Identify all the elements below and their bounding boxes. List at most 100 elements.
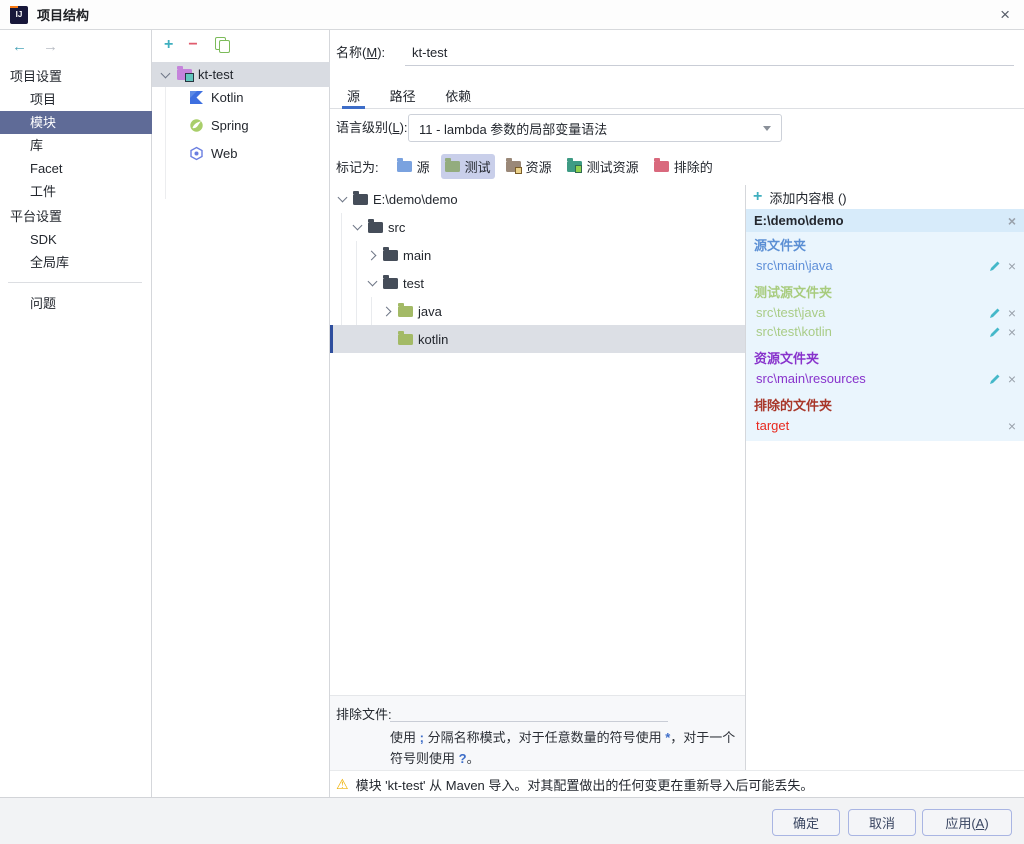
window-title: 项目结构: [37, 8, 90, 23]
tab-paths[interactable]: 路径: [385, 80, 421, 109]
content-root-tree: E:\demo\demo src main test java kotlin: [330, 185, 745, 695]
test-source-folder-icon: [398, 330, 413, 345]
remove-icon[interactable]: ×: [1008, 259, 1016, 273]
copy-icon[interactable]: [214, 36, 230, 53]
modules-toolbar: + −: [164, 35, 230, 55]
warning-text: 模块 'kt-test' 从 Maven 导入。对其配置做出的任何变更在重新导入…: [355, 777, 814, 793]
add-icon[interactable]: +: [164, 37, 173, 53]
chevron-right-icon[interactable]: [366, 249, 378, 261]
mark-as-label: 标记为:: [336, 159, 379, 175]
remove-icon[interactable]: ×: [1008, 372, 1016, 386]
exclude-files-input[interactable]: [390, 700, 668, 722]
add-content-root[interactable]: + 添加内容根 (): [746, 185, 1024, 209]
sidebar-item-libraries[interactable]: 库: [0, 134, 152, 157]
module-facet-web[interactable]: Web: [152, 139, 330, 167]
content-root-header: E:\demo\demo ×: [746, 209, 1024, 232]
folder-path[interactable]: target: [756, 418, 1001, 433]
mark-as-test-resources[interactable]: 测试资源: [563, 154, 643, 179]
content-root-item: src\test\kotlin ×: [746, 322, 1024, 341]
remove-icon[interactable]: ×: [1008, 306, 1016, 320]
sidebar-item-problems[interactable]: 问题: [0, 292, 152, 315]
folder-path[interactable]: src\test\kotlin: [756, 324, 982, 339]
exclude-files-hint: 使用 ; 分隔名称模式，对于任意数量的符号使用 *，对于一个符号则使用 ?。: [390, 730, 736, 766]
sidebar-item-modules[interactable]: 模块: [0, 111, 152, 134]
tree-node-root[interactable]: E:\demo\demo: [330, 185, 745, 213]
module-name: kt-test: [198, 67, 234, 82]
sidebar-item-project[interactable]: 项目: [0, 88, 152, 111]
edit-icon[interactable]: [989, 307, 1001, 319]
test-source-folder-icon: [398, 302, 413, 317]
spring-icon: [190, 118, 203, 132]
language-level-select[interactable]: 11 - lambda 参数的局部变量语法: [408, 114, 782, 142]
sources-folder-icon: [396, 157, 412, 172]
edit-icon[interactable]: [989, 373, 1001, 385]
section-platform-settings: 平台设置: [10, 209, 63, 224]
sidebar-item-sdk[interactable]: SDK: [0, 228, 152, 251]
remove-icon[interactable]: −: [188, 37, 197, 53]
mark-as-row: 标记为: 源 测试 资源 测试资源 排除的: [330, 152, 1024, 180]
folder-icon: [383, 274, 398, 289]
web-icon: [190, 146, 203, 160]
section-project-settings: 项目设置: [10, 69, 63, 84]
tab-dependencies[interactable]: 依赖: [440, 80, 476, 109]
edit-icon[interactable]: [989, 260, 1001, 272]
content-roots-panel: + 添加内容根 () E:\demo\demo × 源文件夹 src\main\…: [745, 185, 1024, 770]
mark-as-resources[interactable]: 资源: [502, 154, 556, 179]
edit-icon[interactable]: [989, 326, 1001, 338]
facet-label: Kotlin: [211, 89, 244, 105]
remove-icon[interactable]: ×: [1008, 214, 1016, 228]
name-label: 名称(M):: [336, 45, 386, 60]
forward-arrow-icon[interactable]: →: [43, 38, 58, 55]
folder-icon: [353, 190, 368, 205]
dialog-footer: 确定 取消 应用(A): [0, 797, 1024, 844]
close-icon[interactable]: ×: [1000, 5, 1010, 25]
kotlin-icon: [190, 90, 203, 104]
mark-as-sources[interactable]: 源: [393, 154, 434, 179]
chevron-down-icon[interactable]: [336, 193, 348, 205]
sidebar-item-facets[interactable]: Facet: [0, 157, 152, 180]
tree-node-test[interactable]: test: [330, 269, 745, 297]
module-folder-icon: [177, 66, 194, 82]
resources-folder-icon: [505, 157, 522, 174]
module-facet-kotlin[interactable]: Kotlin: [152, 83, 330, 111]
remove-icon[interactable]: ×: [1008, 419, 1016, 433]
content-root-card: E:\demo\demo × 源文件夹 src\main\java × 测试源文…: [746, 209, 1024, 441]
module-name-input[interactable]: kt-test: [405, 40, 1014, 66]
back-arrow-icon[interactable]: ←: [12, 38, 27, 55]
remove-icon[interactable]: ×: [1008, 325, 1016, 339]
folder-icon: [383, 246, 398, 261]
module-facet-spring[interactable]: Spring: [152, 111, 330, 139]
chevron-down-icon: [763, 125, 771, 131]
tree-node-kotlin[interactable]: kotlin: [330, 325, 745, 353]
cancel-button[interactable]: 取消: [848, 809, 916, 836]
chevron-down-icon[interactable]: [351, 221, 363, 233]
resource-folders-group: 资源文件夹 src\main\resources ×: [746, 349, 1024, 388]
ok-button[interactable]: 确定: [772, 809, 840, 836]
sidebar-item-global-libraries[interactable]: 全局库: [0, 251, 152, 274]
chevron-down-icon[interactable]: [366, 277, 378, 289]
excluded-folders-group: 排除的文件夹 target ×: [746, 396, 1024, 435]
chevron-right-icon[interactable]: [381, 305, 393, 317]
maven-import-warning: ⚠ 模块 'kt-test' 从 Maven 导入。对其配置做出的任何变更在重新…: [330, 770, 1024, 797]
source-folders-group: 源文件夹 src\main\java ×: [746, 236, 1024, 275]
add-icon: +: [753, 188, 763, 205]
apply-button[interactable]: 应用(A): [922, 809, 1012, 836]
test-source-folders-group: 测试源文件夹 src\test\java × src\test\kotlin ×: [746, 283, 1024, 341]
tree-node-src[interactable]: src: [330, 213, 745, 241]
sidebar-item-artifacts[interactable]: 工件: [0, 180, 152, 203]
group-title: 源文件夹: [754, 238, 807, 253]
mark-as-tests[interactable]: 测试: [440, 153, 495, 179]
mark-as-excluded[interactable]: 排除的: [650, 154, 717, 179]
chevron-down-icon[interactable]: [159, 69, 171, 81]
group-title: 资源文件夹: [754, 351, 820, 366]
tab-sources[interactable]: 源: [342, 80, 366, 109]
folder-path[interactable]: src\main\java: [756, 258, 982, 273]
folder-path[interactable]: src\main\resources: [756, 371, 982, 386]
folder-path[interactable]: src\test\java: [756, 305, 982, 320]
excluded-folder-icon: [653, 157, 669, 172]
exclude-files-label: 排除文件:: [336, 707, 392, 722]
facet-label: Web: [211, 145, 238, 161]
tree-node-java[interactable]: java: [330, 297, 745, 325]
language-level-label: 语言级别(L):: [336, 120, 408, 135]
tree-node-main[interactable]: main: [330, 241, 745, 269]
